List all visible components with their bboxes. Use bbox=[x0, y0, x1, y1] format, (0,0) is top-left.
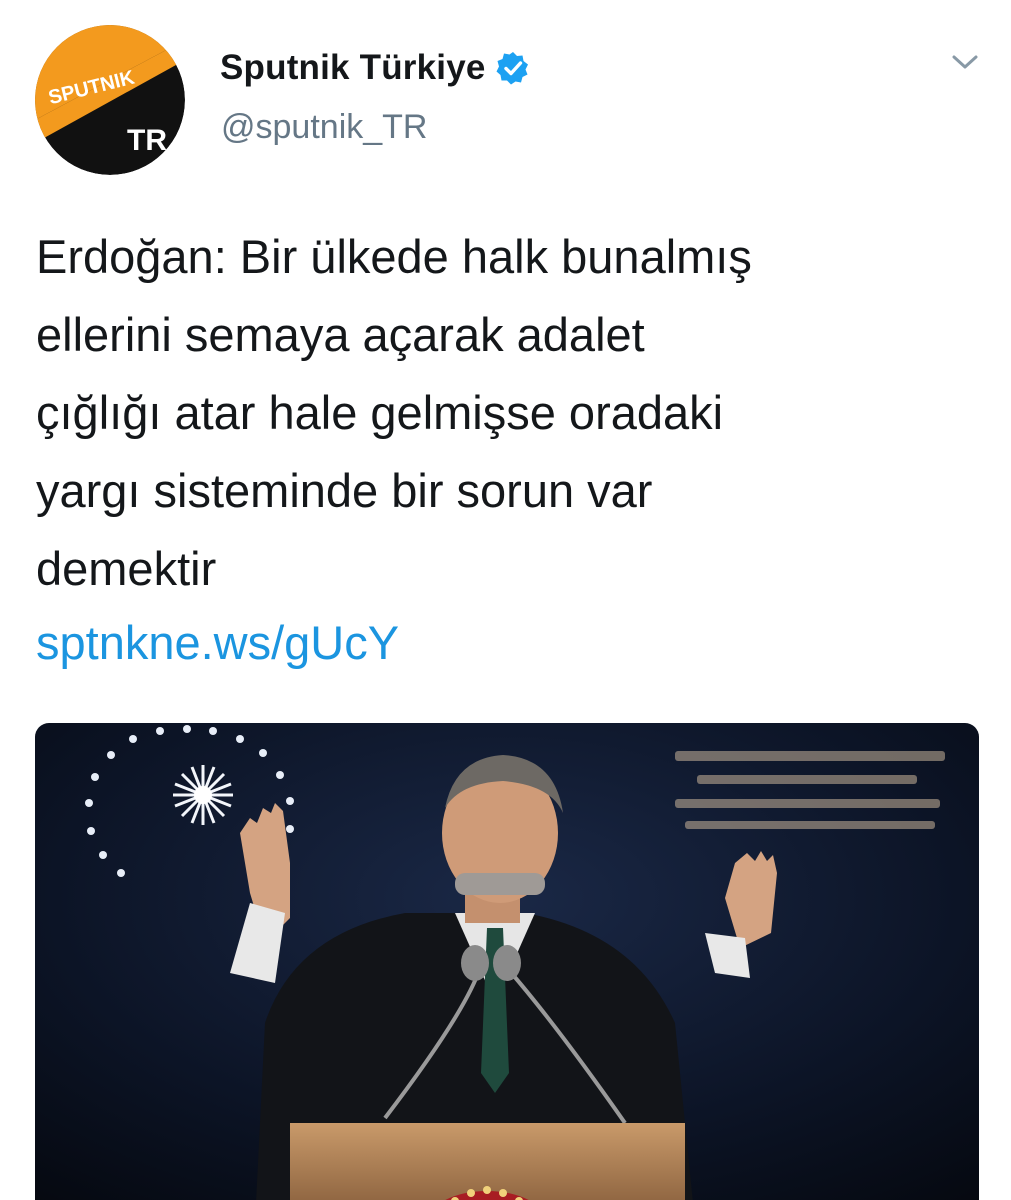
tweet-link[interactable]: sptnkne.ws/gUcY bbox=[36, 604, 399, 682]
tweet-card: SPUTNIK TR Sputnik Türkiye @sputnik_TR E… bbox=[0, 0, 1011, 1200]
verified-badge-icon bbox=[496, 51, 530, 85]
user-handle[interactable]: @sputnik_TR bbox=[221, 108, 427, 147]
tweet-photo[interactable] bbox=[35, 723, 979, 1200]
display-name[interactable]: Sputnik Türkiye bbox=[220, 48, 486, 88]
chevron-down-icon[interactable] bbox=[948, 48, 982, 76]
sputnik-logo: SPUTNIK TR bbox=[35, 25, 185, 175]
svg-text:TR: TR bbox=[127, 124, 167, 157]
name-row: Sputnik Türkiye bbox=[220, 48, 530, 88]
tweet-text: Erdoğan: Bir ülkede halk bunalmış elleri… bbox=[36, 230, 752, 595]
photo-speaker-podium-image bbox=[35, 723, 979, 1200]
profile-avatar[interactable]: SPUTNIK TR bbox=[35, 25, 185, 175]
